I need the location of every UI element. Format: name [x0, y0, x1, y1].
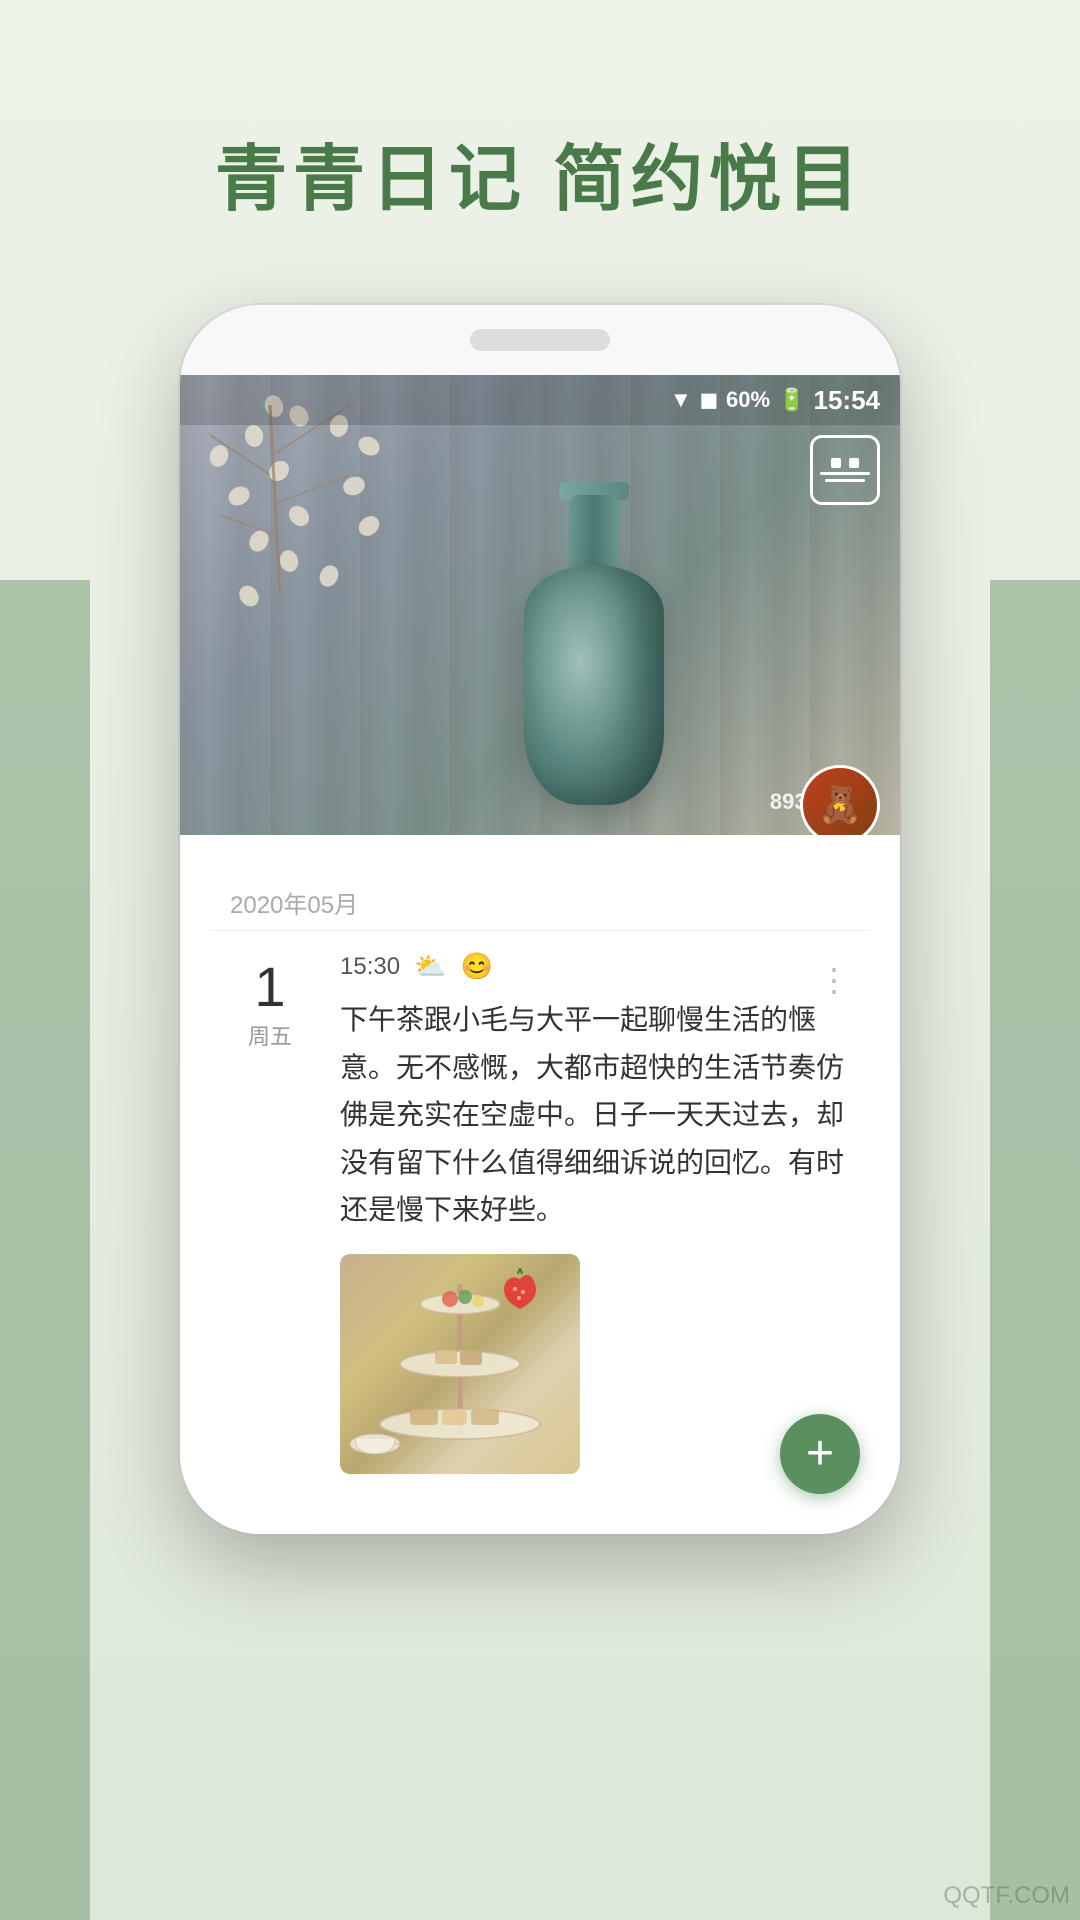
vase-decoration	[504, 505, 684, 805]
date-weekday: 周五	[248, 1019, 292, 1051]
phone-mockup: ▼ ◼ 60% 🔋 15:54 893514851 🧸	[180, 305, 900, 1534]
vase-body	[524, 565, 664, 805]
date-column: 1 周五	[220, 951, 320, 1474]
mood-icon: 😊	[460, 951, 492, 982]
wifi-icon: ▼	[670, 387, 692, 413]
entry-photo	[340, 1254, 580, 1474]
clock: 15:54	[814, 385, 881, 416]
entry-more-button[interactable]: ⋮	[818, 961, 850, 999]
month-label: 2020年05月	[210, 865, 870, 930]
status-bar: ▼ ◼ 60% 🔋 15:54	[180, 375, 900, 425]
fab-add-button[interactable]: +	[780, 1414, 860, 1494]
signal-icon: ◼	[700, 387, 718, 413]
content-area: 2020年05月 1 周五 15:30 ⛅ 😊 下午茶跟小毛与大平一起聊慢生活的…	[180, 835, 900, 1534]
calendar-dots	[831, 458, 859, 468]
entry-time: 15:30	[340, 953, 400, 981]
status-bar-right: ▼ ◼ 60% 🔋 15:54	[670, 385, 880, 416]
calendar-icon[interactable]	[810, 435, 880, 505]
cal-line	[820, 472, 870, 475]
tea-photo-bg	[340, 1254, 580, 1474]
battery-icon: 🔋	[778, 387, 805, 413]
watermark: QQTF.COM	[943, 1882, 1070, 1910]
cal-dot-1	[831, 458, 841, 468]
flower-decoration	[190, 395, 390, 595]
tea-stand-svg	[340, 1254, 580, 1474]
vase-neck	[569, 495, 619, 575]
page-background: 青青日记 简约悦目	[0, 0, 1080, 1920]
entry-meta: 15:30 ⛅ 😊	[340, 951, 860, 982]
hero-image: ▼ ◼ 60% 🔋 15:54 893514851 🧸	[180, 375, 900, 835]
phone-speaker	[470, 329, 610, 351]
entry-content: 15:30 ⛅ 😊 下午茶跟小毛与大平一起聊慢生活的惬意。无不感慨，大都市超快的…	[320, 951, 860, 1474]
user-avatar: 🧸	[800, 765, 880, 835]
branch-svg	[190, 395, 390, 595]
weather-icon: ⛅	[414, 951, 446, 982]
app-title: 青青日记 简约悦目	[215, 120, 865, 225]
cal-dot-2	[849, 458, 859, 468]
cal-line-2	[825, 479, 865, 482]
date-number: 1	[254, 959, 285, 1015]
diary-entry[interactable]: 1 周五 15:30 ⛅ 😊 下午茶跟小毛与大平一起聊慢生活的惬意。无不感慨，大…	[210, 930, 870, 1494]
phone-top-bar	[180, 305, 900, 375]
battery-percent: 60%	[726, 387, 770, 413]
entry-text: 下午茶跟小毛与大平一起聊慢生活的惬意。无不感慨，大都市超快的生活节奏仿佛是充实在…	[340, 996, 860, 1234]
